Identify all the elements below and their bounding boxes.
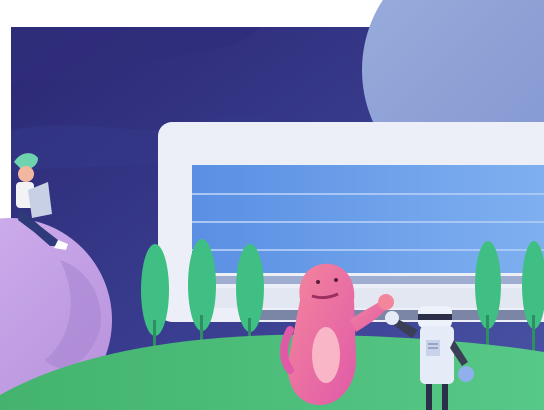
illustration-svg <box>0 0 544 410</box>
illustration-canvas <box>0 0 544 410</box>
